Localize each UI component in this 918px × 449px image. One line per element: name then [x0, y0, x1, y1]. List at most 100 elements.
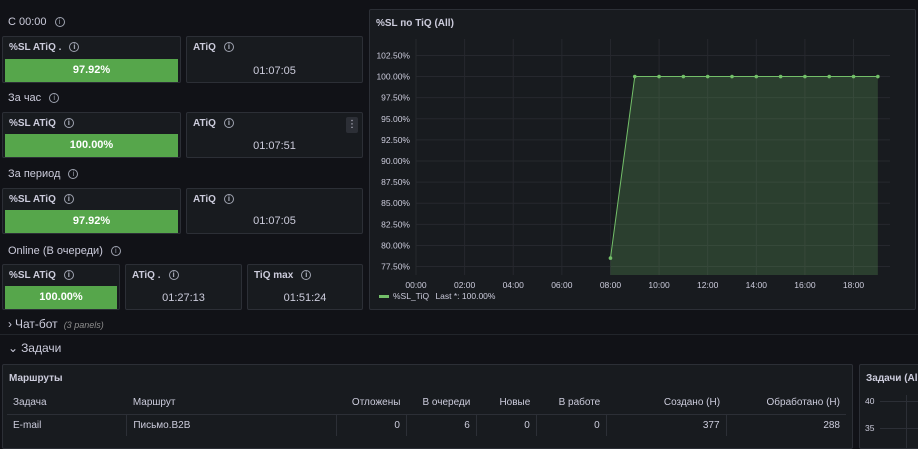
stat-value: 01:51:24: [283, 292, 327, 304]
stat-value: 01:07:51: [253, 140, 296, 152]
info-icon[interactable]: i: [110, 246, 121, 257]
panel-title: %SL ATiQ: [9, 270, 56, 281]
panel-title: %SL ATiQ: [9, 118, 56, 129]
data-point[interactable]: [876, 74, 880, 79]
x-tick-label: 00:00: [405, 280, 427, 290]
info-icon[interactable]: i: [168, 270, 179, 281]
y-tick-label: 92.50%: [381, 135, 410, 145]
section-title: Задачи: [21, 341, 62, 355]
panel-title: ATiQ: [193, 194, 216, 205]
panel-title: %SL ATiQ: [9, 194, 56, 205]
grid-line: [880, 428, 918, 429]
info-icon[interactable]: i: [223, 42, 234, 53]
data-point[interactable]: [608, 256, 613, 260]
y-tick-label: 100.00%: [376, 72, 410, 82]
panel-sl-atiq-hour[interactable]: %SL ATiQ i 100.00%: [2, 112, 181, 158]
row-title-hour[interactable]: За час i: [8, 92, 60, 104]
panel-title: ATiQ: [193, 42, 216, 53]
data-point[interactable]: [632, 74, 637, 79]
stat-value: 01:27:13: [162, 292, 205, 304]
panel-atiq-online[interactable]: ATiQ . i 01:27:13: [125, 264, 242, 310]
column-header[interactable]: Обработано (Н): [726, 392, 846, 414]
table-cell: 0: [476, 413, 537, 436]
data-point[interactable]: [827, 74, 832, 79]
panel-tiq-max-online[interactable]: TiQ max i 01:51:24: [247, 264, 363, 310]
x-tick-label: 02:00: [454, 280, 476, 290]
column-header[interactable]: Маршрут: [127, 392, 337, 414]
grid-line: [906, 395, 907, 449]
row-title-period[interactable]: За период i: [8, 168, 79, 180]
info-icon[interactable]: i: [68, 169, 79, 180]
y-tick-label: 95.00%: [381, 114, 410, 124]
row-title-since00[interactable]: С 00:00 i: [8, 16, 65, 28]
data-point[interactable]: [705, 74, 710, 79]
info-icon[interactable]: i: [223, 118, 234, 129]
info-icon[interactable]: i: [301, 270, 312, 281]
chart-legend[interactable]: %SL_TiQ Last *: 100.00%: [379, 291, 495, 301]
data-point[interactable]: [803, 74, 807, 79]
column-header[interactable]: Отложены: [336, 392, 406, 414]
table-cell: 288: [726, 413, 846, 436]
column-header[interactable]: Задача: [7, 392, 127, 414]
row-title-period-label: За период: [8, 168, 61, 180]
x-tick-label: 14:00: [746, 280, 768, 290]
panel-routes[interactable]: Маршруты Задача Маршрут Отложены В очереди Н…: [2, 364, 853, 449]
panel-sl-by-tiq-chart[interactable]: %SL по TiQ (All) 102.50% 100.00% 97.50% 95.…: [369, 9, 916, 310]
data-point[interactable]: [730, 74, 734, 79]
section-tasks[interactable]: ⌄ Задачи: [8, 341, 61, 355]
y-tick-label: 97.50%: [381, 93, 410, 103]
info-icon[interactable]: i: [54, 17, 65, 28]
y-tick-label: 85.00%: [381, 198, 410, 208]
column-header[interactable]: Создано (Н): [606, 392, 726, 414]
panel-title: TiQ max: [254, 270, 294, 281]
panel-title: ATiQ: [193, 118, 216, 129]
stat-value: 01:07:05: [253, 65, 296, 77]
stat-value: 97.92%: [5, 210, 178, 233]
info-icon[interactable]: i: [63, 194, 74, 205]
y-tick-label: 102.50%: [376, 50, 410, 60]
y-tick-label: 82.50%: [381, 219, 410, 229]
panel-atiq-since00[interactable]: ATiQ i 01:07:05: [186, 36, 363, 83]
panel-sl-atiq-since00[interactable]: %SL ATiQ . i 97.92%: [2, 36, 181, 83]
info-icon[interactable]: i: [49, 93, 60, 104]
info-icon[interactable]: i: [223, 194, 234, 205]
panel-sl-atiq-online[interactable]: %SL ATiQ i 100.00%: [2, 264, 120, 310]
table-row[interactable]: E-mail Письмо.B2B 0 6 0 0 377 288: [7, 413, 846, 436]
section-chatbot[interactable]: › Чат-бот (3 panels): [8, 317, 104, 331]
routes-table: Задача Маршрут Отложены В очереди Новые В раб…: [7, 392, 846, 436]
data-point[interactable]: [754, 74, 759, 79]
data-point[interactable]: [681, 74, 686, 79]
section-divider: [0, 334, 918, 335]
sl-tiq-area-chart[interactable]: 102.50% 100.00% 97.50% 95.00% 92.50% 90.00% 87…: [370, 10, 915, 309]
data-point[interactable]: [778, 74, 783, 79]
y-tick-label: 40: [865, 396, 875, 406]
row-title-hour-label: За час: [8, 92, 42, 104]
tasks-panel-title: Задачи (All): [866, 373, 918, 384]
table-cell: 6: [406, 413, 477, 436]
panel-title: ATiQ .: [132, 270, 161, 281]
data-point[interactable]: [657, 74, 661, 79]
column-header[interactable]: В работе: [536, 392, 606, 414]
section-title: Чат-бот: [15, 317, 58, 331]
table-cell: 0: [536, 413, 607, 436]
panel-menu-icon[interactable]: ⋮: [346, 117, 358, 133]
panel-atiq-hour[interactable]: ATiQ i ⋮ 01:07:51: [186, 112, 363, 158]
info-icon[interactable]: i: [63, 270, 74, 281]
x-tick-label: 08:00: [600, 280, 622, 290]
data-point[interactable]: [851, 74, 856, 79]
column-header[interactable]: Новые: [476, 392, 536, 414]
panel-sl-atiq-period[interactable]: %SL ATiQ i 97.92%: [2, 188, 181, 234]
legend-series-name: %SL_TiQ: [393, 291, 430, 301]
x-tick-label: 10:00: [648, 280, 670, 290]
stat-value: 100.00%: [5, 286, 117, 309]
panel-tasks-all[interactable]: Задачи (All) 40 35: [859, 364, 918, 449]
panel-title: %SL ATiQ .: [9, 42, 62, 53]
info-icon[interactable]: i: [69, 42, 80, 53]
panel-atiq-period[interactable]: ATiQ i 01:07:05: [186, 188, 363, 234]
series-area: [610, 76, 878, 275]
x-tick-label: 16:00: [794, 280, 816, 290]
column-header[interactable]: В очереди: [406, 392, 476, 414]
row-title-online[interactable]: Online (В очереди) i: [8, 245, 121, 257]
table-cell: 377: [606, 413, 727, 436]
info-icon[interactable]: i: [63, 118, 74, 129]
